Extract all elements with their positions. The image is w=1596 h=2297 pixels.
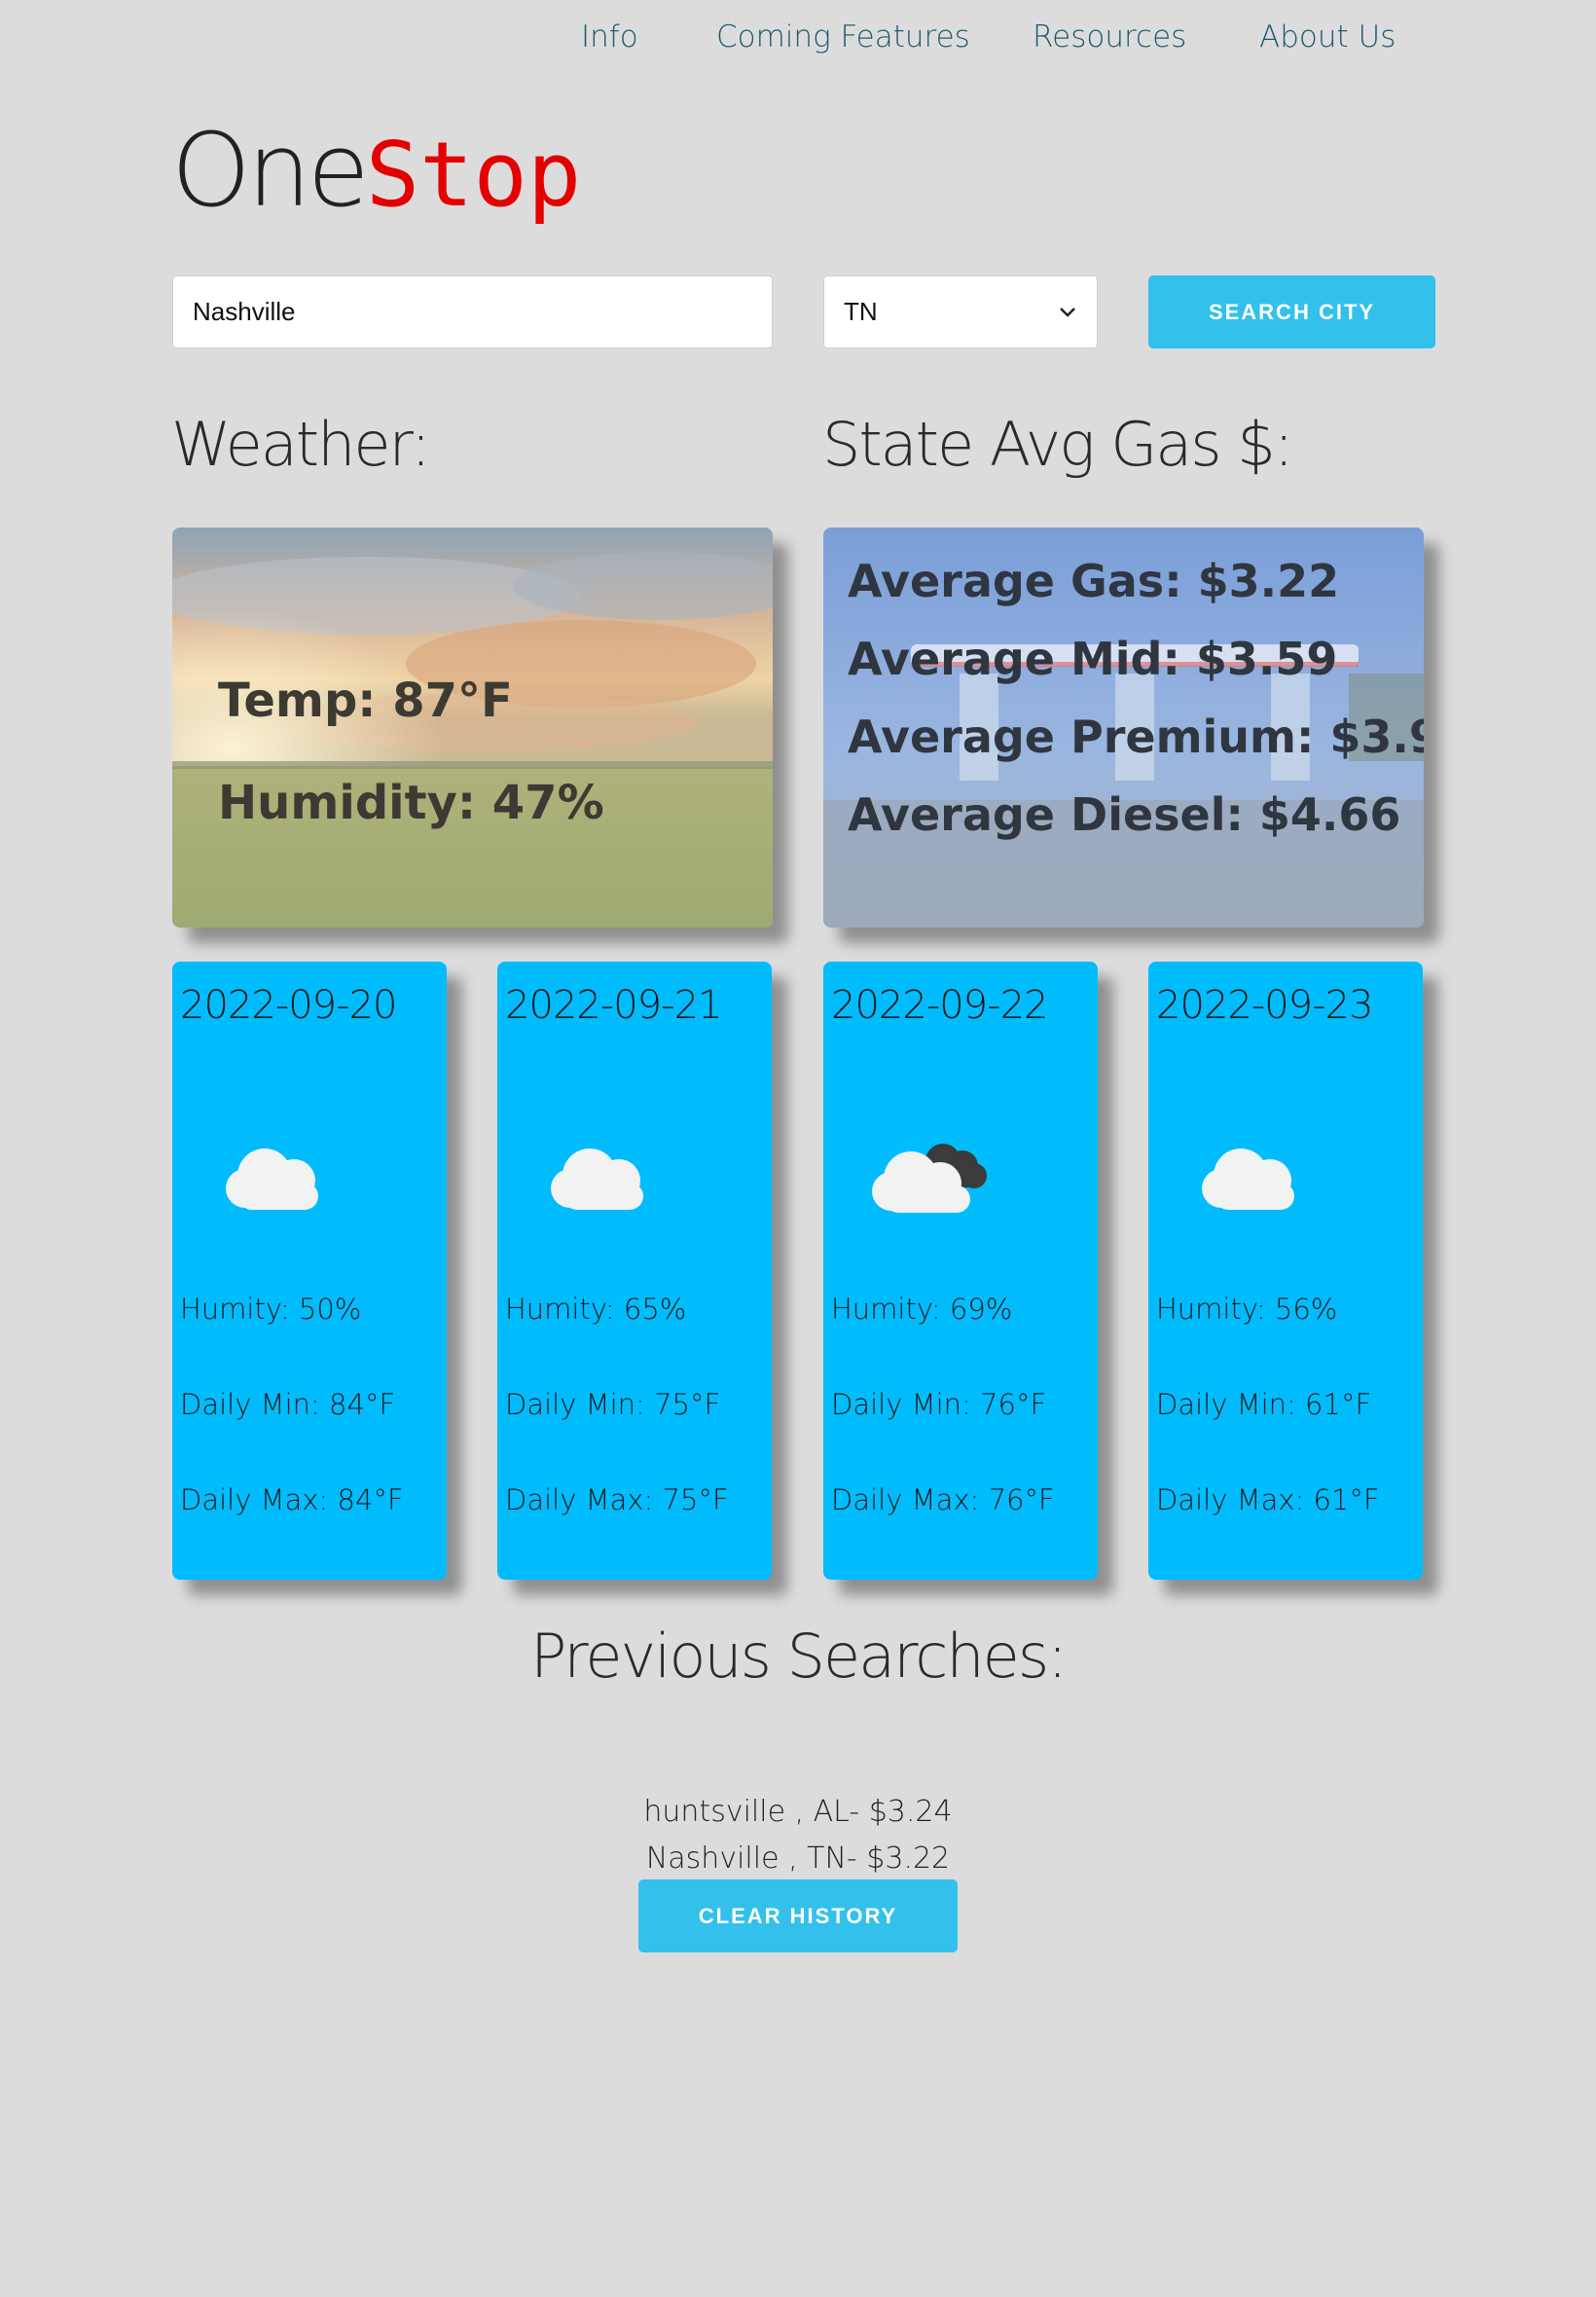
current-weather-card: Temp: 87°F Humidity: 47% [172,528,773,928]
previous-search-item[interactable]: huntsville , AL- $3.24 [0,1789,1596,1836]
forecast-date: 2022-09-21 [505,983,722,1028]
forecast-humidity: Humity: 50% [180,1293,362,1326]
gas-price-card: Average Gas: $3.22 Average Mid: $3.59 Av… [823,528,1424,928]
current-temp: Temp: 87°F [218,674,513,728]
cloud-icon [226,1148,318,1210]
forecast-daily-max: Daily Max: 61°F [1156,1483,1380,1516]
logo: OneStop [171,111,582,230]
average-mid: Average Mid: $3.59 [848,633,1338,685]
gas-heading: State Avg Gas $: [822,409,1294,480]
current-humidity: Humidity: 47% [218,776,604,830]
forecast-daily-min: Daily Min: 75°F [505,1388,721,1421]
forecast-date: 2022-09-20 [180,983,397,1028]
forecast-humidity: Humity: 69% [831,1293,1013,1326]
previous-searches-list: huntsville , AL- $3.24 Nashville , TN- $… [0,1789,1596,1882]
logo-stop: Stop [365,123,582,227]
cloud-icon [551,1148,643,1210]
search-city-button[interactable]: SEARCH CITY [1148,275,1435,348]
city-input[interactable] [172,275,773,348]
forecast-daily-min: Daily Min: 76°F [831,1388,1047,1421]
forecast-humidity: Humity: 56% [1156,1293,1338,1326]
clear-history-button[interactable]: CLEAR HISTORY [638,1879,958,1952]
average-diesel: Average Diesel: $4.66 [848,788,1401,841]
cloud-icon [1202,1148,1294,1210]
logo-one: One [171,111,370,230]
average-gas: Average Gas: $3.22 [848,555,1340,607]
previous-searches-heading: Previous Searches: [529,1621,1068,1692]
top-nav: Info Coming Features Resources About Us [0,0,1596,78]
forecast-date: 2022-09-22 [831,983,1048,1028]
broken-clouds-icon [872,1144,987,1213]
forecast-card-1: 2022-09-20 Humity: 50% Daily Min: 84°F D… [172,962,447,1580]
forecast-daily-max: Daily Max: 84°F [180,1483,404,1516]
state-select-value: TN [844,297,878,326]
forecast-card-3: 2022-09-22 Humity: 69% Daily Min: 76°F D… [823,962,1098,1580]
nav-link-coming-features[interactable]: Coming Features [716,19,970,55]
forecast-card-4: 2022-09-23 Humity: 56% Daily Min: 61°F D… [1148,962,1423,1580]
nav-link-info[interactable]: Info [581,19,638,55]
forecast-date: 2022-09-23 [1156,983,1373,1028]
forecast-daily-max: Daily Max: 75°F [505,1483,729,1516]
page: Info Coming Features Resources About Us … [0,0,1596,2297]
average-premium: Average Premium: $3.96 [848,711,1424,763]
forecast-daily-min: Daily Min: 61°F [1156,1388,1372,1421]
weather-heading: Weather: [171,409,431,480]
forecast-daily-min: Daily Min: 84°F [180,1388,396,1421]
forecast-card-2: 2022-09-21 Humity: 65% Daily Min: 75°F D… [497,962,772,1580]
previous-search-item[interactable]: Nashville , TN- $3.22 [0,1836,1596,1882]
chevron-down-icon [1060,307,1075,317]
nav-link-resources[interactable]: Resources [1033,19,1186,55]
forecast-daily-max: Daily Max: 76°F [831,1483,1055,1516]
state-select[interactable]: TN [823,275,1098,348]
forecast-humidity: Humity: 65% [505,1293,687,1326]
nav-link-about-us[interactable]: About Us [1259,19,1396,55]
